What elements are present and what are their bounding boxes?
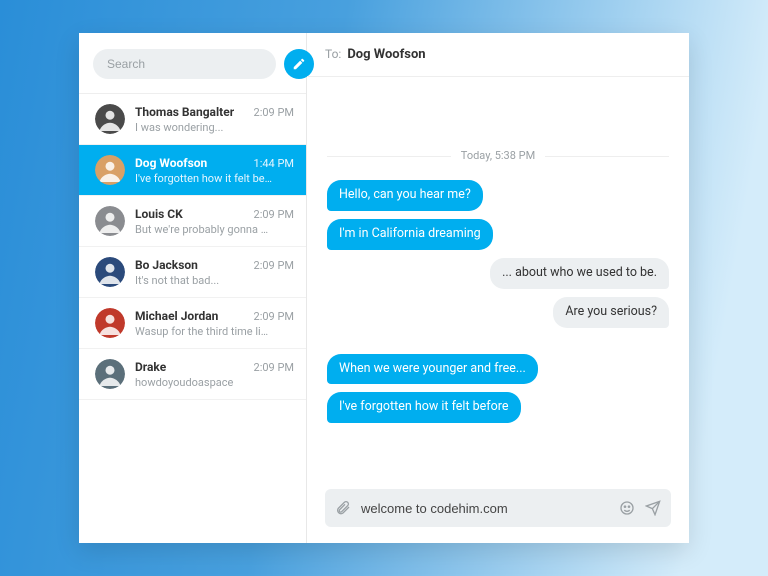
conversation-text: Thomas Bangalter 2:09 PM I was wondering..…: [135, 105, 294, 134]
conversation-time: 1:44 PM: [254, 157, 294, 170]
chat-header: To: Dog Woofson: [307, 33, 689, 77]
conversation-text: Michael Jordan 2:09 PM Wasup for the third…: [135, 309, 294, 338]
conversation-item[interactable]: Drake 2:09 PM howdoyoudoaspace: [79, 349, 306, 400]
conversation-time: 2:09 PM: [254, 259, 294, 272]
to-name: Dog Woofson: [347, 47, 425, 62]
sidebar: Thomas Bangalter 2:09 PM I was wondering..…: [79, 33, 307, 543]
message-gap: [327, 332, 669, 350]
chat-pane: To: Dog Woofson Today, 5:38 PM Hello, ca…: [307, 33, 689, 543]
conversation-text: Bo Jackson 2:09 PM It's not that bad...: [135, 258, 294, 287]
conversation-list: Thomas Bangalter 2:09 PM I was wondering..…: [79, 94, 306, 543]
message-bubble: Hello, can you hear me?: [327, 180, 483, 211]
conversation-name: Thomas Bangalter: [135, 105, 234, 119]
avatar: [95, 155, 125, 185]
conversation-name: Dog Woofson: [135, 156, 207, 170]
conversation-time: 2:09 PM: [254, 361, 294, 374]
message-bubble: I'm in California dreaming: [327, 219, 493, 250]
conversation-text: Dog Woofson 1:44 PM I've forgotten how it …: [135, 156, 294, 185]
chat-app: Thomas Bangalter 2:09 PM I was wondering..…: [79, 33, 689, 543]
message-incoming: Are you serious?: [327, 297, 669, 328]
conversation-item[interactable]: Bo Jackson 2:09 PM It's not that bad...: [79, 247, 306, 298]
conversation-preview: It's not that bad...: [135, 274, 294, 287]
message-bubble: I've forgotten how it felt before: [327, 392, 521, 423]
message-bubble: Are you serious?: [553, 297, 669, 328]
message-incoming: ... about who we used to be.: [327, 258, 669, 289]
message-list: Today, 5:38 PM Hello, can you hear me? I'…: [307, 77, 689, 477]
conversation-preview: But we're probably gonna …: [135, 223, 294, 236]
avatar: [95, 359, 125, 389]
conversation-time: 2:09 PM: [254, 208, 294, 221]
message-bubble: ... about who we used to be.: [490, 258, 669, 289]
avatar: [95, 257, 125, 287]
avatar: [95, 308, 125, 338]
search-row: [79, 33, 306, 94]
conversation-name: Louis CK: [135, 207, 183, 221]
message-outgoing: When we were younger and free...: [327, 354, 669, 385]
search-input[interactable]: [93, 49, 276, 79]
conversation-item[interactable]: Michael Jordan 2:09 PM Wasup for the third…: [79, 298, 306, 349]
emoji-icon[interactable]: [619, 500, 635, 516]
conversation-name: Bo Jackson: [135, 258, 198, 272]
conversation-item[interactable]: Dog Woofson 1:44 PM I've forgotten how it …: [79, 145, 306, 196]
send-icon[interactable]: [645, 500, 661, 516]
message-outgoing: Hello, can you hear me?: [327, 180, 669, 211]
conversation-preview: I've forgotten how it felt be…: [135, 172, 294, 185]
avatar: [95, 206, 125, 236]
conversation-text: Drake 2:09 PM howdoyoudoaspace: [135, 360, 294, 389]
conversation-time: 2:09 PM: [254, 106, 294, 119]
conversation-preview: I was wondering...: [135, 121, 294, 134]
chat-timestamp: Today, 5:38 PM: [327, 149, 669, 162]
conversation-item[interactable]: Thomas Bangalter 2:09 PM I was wondering..…: [79, 94, 306, 145]
conversation-text: Louis CK 2:09 PM But we're probably gonna …: [135, 207, 294, 236]
conversation-time: 2:09 PM: [254, 310, 294, 323]
conversation-name: Drake: [135, 360, 166, 374]
avatar: [95, 104, 125, 134]
attachment-icon[interactable]: [335, 500, 351, 516]
to-label: To:: [325, 47, 341, 61]
compose-icon: [292, 57, 306, 71]
conversation-preview: howdoyoudoaspace: [135, 376, 294, 389]
message-outgoing: I've forgotten how it felt before: [327, 392, 669, 423]
composer: [325, 489, 671, 527]
conversation-item[interactable]: Louis CK 2:09 PM But we're probably gonna …: [79, 196, 306, 247]
message-outgoing: I'm in California dreaming: [327, 219, 669, 250]
message-bubble: When we were younger and free...: [327, 354, 538, 385]
conversation-preview: Wasup for the third time li…: [135, 325, 294, 338]
conversation-name: Michael Jordan: [135, 309, 218, 323]
message-input[interactable]: [361, 501, 609, 516]
